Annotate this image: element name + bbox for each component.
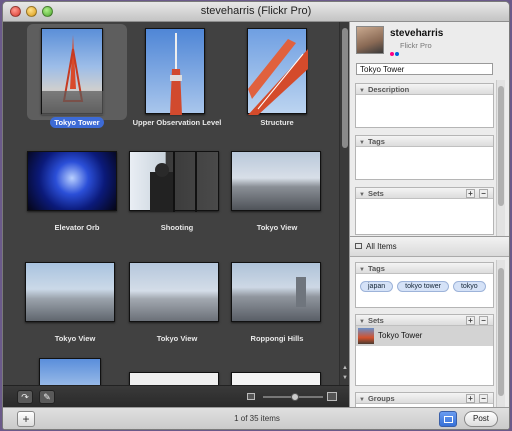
disclosure-triangle-icon[interactable]: ▼ (359, 395, 365, 406)
groups-section[interactable]: ▼ Groups + − (355, 392, 494, 408)
photo-thumbnail[interactable] (129, 262, 219, 322)
sidebar-scroll-thumb[interactable] (498, 86, 504, 206)
window-title: steveharris (Flickr Pro) (200, 5, 312, 17)
sidebar-lower-scrollbar[interactable] (496, 260, 505, 407)
tag-pill[interactable]: tokyo tower (397, 281, 449, 292)
photo-thumbnail[interactable] (27, 151, 117, 211)
disclosure-triangle-icon[interactable]: ▼ (359, 190, 365, 201)
scroll-down-arrow-icon[interactable]: ▼ (341, 374, 349, 382)
all-sets-label: Sets (367, 316, 384, 325)
photo-thumbnail[interactable] (247, 28, 308, 115)
title-bar: steveharris (Flickr Pro) (3, 2, 509, 22)
description-label: Description (367, 85, 410, 94)
sidebar-scrollbar[interactable] (496, 80, 505, 236)
tag-list: japan tokyo tower tokyo (356, 274, 493, 294)
pencil-icon: ✎ (43, 392, 51, 402)
sets-section[interactable]: ▼ Sets + − (355, 187, 494, 235)
photo-caption[interactable]: Elevator Orb (50, 222, 103, 233)
rotate-icon: ↷ (21, 392, 29, 402)
info-sidebar: steveharris Flickr Pro Tokyo Tower ▼ Desc… (349, 22, 509, 408)
photo-cell[interactable]: Upper Observation Level (127, 24, 227, 134)
photo-thumbnail[interactable] (129, 151, 219, 212)
sets-label: Sets (367, 189, 384, 198)
photo-caption[interactable]: Upper Observation Level (129, 117, 226, 128)
add-set-button[interactable]: + (466, 316, 475, 325)
tags-label: Tags (367, 137, 385, 146)
item-count: 1 of 35 items (234, 414, 280, 423)
scroll-up-arrow-icon[interactable]: ▲ (341, 364, 349, 372)
photo-thumbnail[interactable] (231, 372, 321, 385)
photo-stack-icon (444, 416, 453, 423)
photo-thumbnail[interactable] (25, 262, 115, 322)
photo-thumbnail[interactable] (41, 28, 104, 115)
tag-pill[interactable]: japan (360, 281, 394, 292)
photo-caption[interactable]: Tokyo Tower (50, 117, 104, 128)
photo-thumbnail[interactable] (231, 262, 321, 322)
toggle-info-button[interactable] (439, 411, 457, 427)
rotate-button[interactable]: ↷ (17, 390, 33, 404)
photo-caption[interactable]: Structure (256, 117, 297, 128)
photo-thumbnail[interactable] (145, 28, 205, 115)
disclosure-triangle-icon[interactable]: ▼ (359, 138, 365, 149)
photo-thumbnail[interactable] (129, 372, 219, 385)
all-tags-label: Tags (367, 264, 385, 273)
remove-set-button[interactable]: − (479, 189, 488, 198)
all-items-header[interactable]: All Items (350, 237, 509, 257)
add-group-button[interactable]: + (466, 394, 475, 403)
set-list-item[interactable]: Tokyo Tower (356, 326, 493, 346)
thumbnail-size-slider[interactable] (263, 393, 323, 401)
photo-caption[interactable]: Shooting (157, 222, 198, 233)
grid-toolbar: ↷ ✎ (3, 385, 349, 407)
remove-group-button[interactable]: − (479, 394, 488, 403)
photo-thumbnail[interactable] (231, 151, 321, 211)
all-tags-section[interactable]: ▼ Tags japan tokyo tower tokyo (355, 262, 494, 308)
photo-grid: Tokyo Tower Upper Observation Level Stru… (3, 22, 349, 385)
description-section[interactable]: ▼ Description (355, 83, 494, 128)
photo-caption[interactable]: Tokyo View (153, 333, 202, 344)
status-bar: + 1 of 35 items Post (3, 407, 509, 429)
remove-set-button[interactable]: − (479, 316, 488, 325)
all-items-label: All Items (366, 242, 397, 251)
photo-cell[interactable]: Tokyo View (127, 260, 227, 370)
avatar (356, 26, 384, 54)
disclosure-triangle-icon[interactable]: ▼ (359, 86, 365, 97)
post-button[interactable]: Post (464, 411, 498, 427)
grid-scrollbar[interactable]: ▲ ▼ (339, 22, 349, 385)
photo-caption[interactable]: Roppongi Hills (247, 333, 308, 344)
photo-caption[interactable]: Tokyo View (51, 333, 100, 344)
photo-cell[interactable]: Tokyo View (227, 149, 327, 259)
photo-cell[interactable]: Tokyo Tower (27, 24, 127, 134)
sidebar-lower-scroll-thumb[interactable] (498, 268, 504, 396)
slider-knob[interactable] (291, 393, 299, 401)
photo-thumbnail[interactable] (39, 358, 101, 385)
set-thumbnail (358, 328, 374, 344)
username: steveharris (390, 28, 444, 39)
all-sets-section[interactable]: ▼ Sets + − Tokyo Tower (355, 314, 494, 386)
tag-pill[interactable]: tokyo (452, 281, 486, 292)
copy-icon (355, 243, 362, 249)
photo-cell[interactable]: Structure (227, 24, 327, 134)
grid-scroll-thumb[interactable] (342, 28, 348, 148)
groups-label: Groups (367, 394, 395, 403)
flickr-logo-icon (390, 43, 400, 61)
photo-caption[interactable]: Tokyo View (253, 222, 302, 233)
photo-title-field[interactable]: Tokyo Tower (356, 63, 493, 75)
edit-button[interactable]: ✎ (39, 390, 55, 404)
photo-cell[interactable]: Shooting (127, 149, 227, 259)
photo-cell[interactable]: Elevator Orb (27, 149, 127, 259)
account-type: Flickr Pro (400, 41, 432, 50)
app-window: steveharris (Flickr Pro) Tokyo Tower Upp… (2, 1, 510, 430)
small-thumbnail-icon[interactable] (247, 393, 255, 400)
set-name: Tokyo Tower (378, 331, 423, 340)
large-thumbnail-icon[interactable] (327, 392, 337, 401)
add-set-button[interactable]: + (466, 189, 475, 198)
tags-section[interactable]: ▼ Tags (355, 135, 494, 180)
photo-cell[interactable]: Tokyo View (25, 260, 125, 370)
photo-cell[interactable]: Roppongi Hills (227, 260, 327, 370)
